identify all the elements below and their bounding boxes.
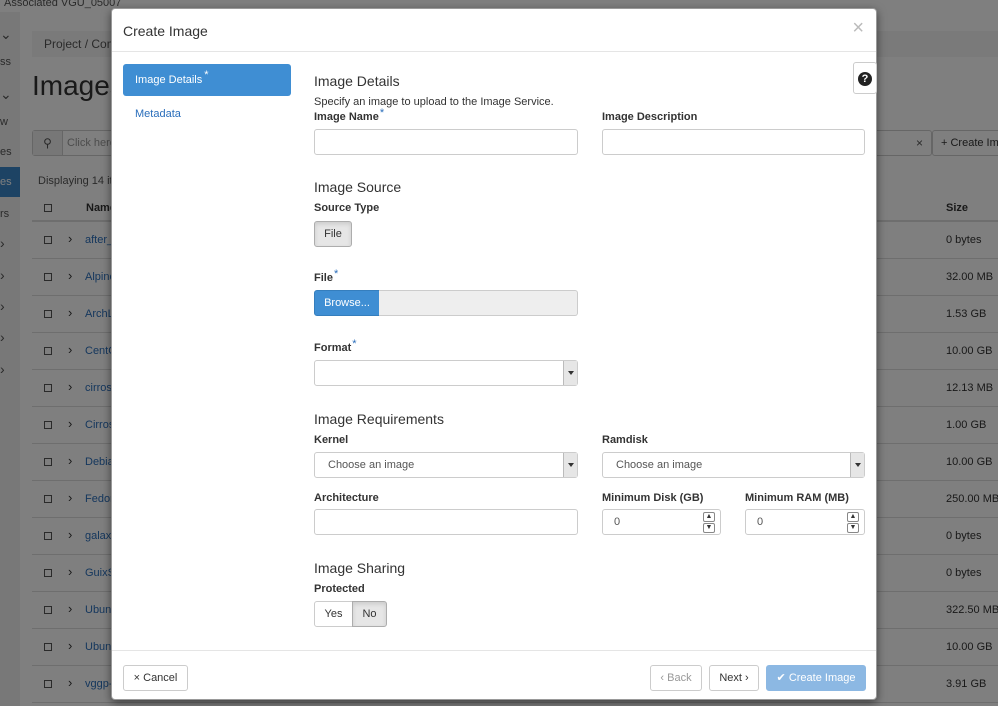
source-type-label: Source Type [314, 202, 380, 214]
cancel-label: Cancel [143, 672, 178, 684]
required-marker: * [352, 338, 357, 350]
min-disk-stepper[interactable]: 0 ▲ ▼ [602, 509, 721, 535]
nav-item-image-details[interactable]: Image Details * [123, 64, 291, 96]
create-image-button[interactable]: ✔ Create Image [766, 665, 866, 691]
back-label: Back [667, 672, 692, 684]
ramdisk-select[interactable]: Choose an image [602, 452, 865, 478]
min-ram-value[interactable]: 0 [757, 510, 763, 534]
help-button[interactable]: ? [853, 62, 877, 94]
required-marker: * [204, 69, 209, 81]
nav-item-label: Image Details [135, 74, 203, 86]
ramdisk-label: Ramdisk [602, 434, 648, 446]
cancel-button[interactable]: × Cancel [123, 665, 188, 691]
modal-title: Create Image [123, 23, 208, 39]
image-requirements-title: Image Requirements [314, 411, 444, 427]
protected-no-button[interactable]: No [352, 601, 387, 627]
increment-icon[interactable]: ▲ [703, 512, 715, 522]
next-label: Next [719, 672, 742, 684]
browse-button[interactable]: Browse... [314, 290, 380, 316]
image-source-title: Image Source [314, 179, 402, 195]
file-picker: Browse... [314, 290, 578, 316]
min-ram-label: Minimum RAM (MB) [745, 492, 849, 504]
help-icon: ? [858, 72, 872, 86]
check-icon: ✔ [776, 672, 786, 684]
image-details-description: Specify an image to upload to the Image … [314, 96, 554, 108]
close-icon: × [133, 672, 141, 684]
architecture-input[interactable] [314, 509, 578, 535]
kernel-select-value: Choose an image [328, 459, 415, 471]
format-label-text: Format [314, 342, 352, 354]
kernel-label: Kernel [314, 434, 349, 446]
chevron-down-icon [850, 453, 864, 477]
image-name-label: Image Name* [314, 107, 384, 123]
architecture-label: Architecture [314, 492, 379, 504]
footer-divider [112, 650, 876, 651]
source-type-file-button[interactable]: File [314, 221, 352, 247]
kernel-select[interactable]: Choose an image [314, 452, 578, 478]
min-disk-label: Minimum Disk (GB) [602, 492, 704, 504]
create-image-modal: Create Image × Image Details * Metadata ?… [111, 8, 877, 700]
image-description-label: Image Description [602, 111, 698, 123]
chevron-down-icon [563, 453, 577, 477]
create-image-label: Create Image [788, 672, 856, 684]
chevron-down-icon [563, 361, 577, 385]
wizard-nav: Image Details * Metadata [123, 64, 291, 132]
ramdisk-select-value: Choose an image [616, 459, 703, 471]
image-name-input[interactable] [314, 129, 578, 155]
modal-header: Create Image × [112, 9, 876, 52]
file-label-text: File [314, 272, 333, 284]
protected-label: Protected [314, 583, 365, 595]
file-label: File* [314, 268, 338, 284]
chevron-left-icon: ‹ [660, 672, 665, 684]
file-name-display[interactable] [379, 290, 578, 316]
format-label: Format* [314, 338, 357, 354]
back-button[interactable]: ‹ Back [650, 665, 702, 691]
image-description-input[interactable] [602, 129, 865, 155]
required-marker: * [379, 107, 385, 119]
decrement-icon[interactable]: ▼ [847, 523, 859, 533]
chevron-right-icon: › [745, 672, 749, 684]
min-ram-stepper[interactable]: 0 ▲ ▼ [745, 509, 865, 535]
next-button[interactable]: Next › [709, 665, 759, 691]
required-marker: * [333, 268, 339, 280]
min-disk-value[interactable]: 0 [614, 510, 620, 534]
image-details-title: Image Details [314, 73, 400, 89]
stepper-arrows: ▲ ▼ [847, 512, 859, 534]
increment-icon[interactable]: ▲ [847, 512, 859, 522]
protected-yes-button[interactable]: Yes [314, 601, 353, 627]
image-sharing-title: Image Sharing [314, 560, 406, 576]
nav-item-metadata[interactable]: Metadata [123, 98, 291, 130]
close-icon[interactable]: × [852, 18, 864, 38]
format-select[interactable] [314, 360, 578, 386]
stepper-arrows: ▲ ▼ [703, 512, 715, 534]
decrement-icon[interactable]: ▼ [703, 523, 715, 533]
image-name-label-text: Image Name [314, 111, 379, 123]
